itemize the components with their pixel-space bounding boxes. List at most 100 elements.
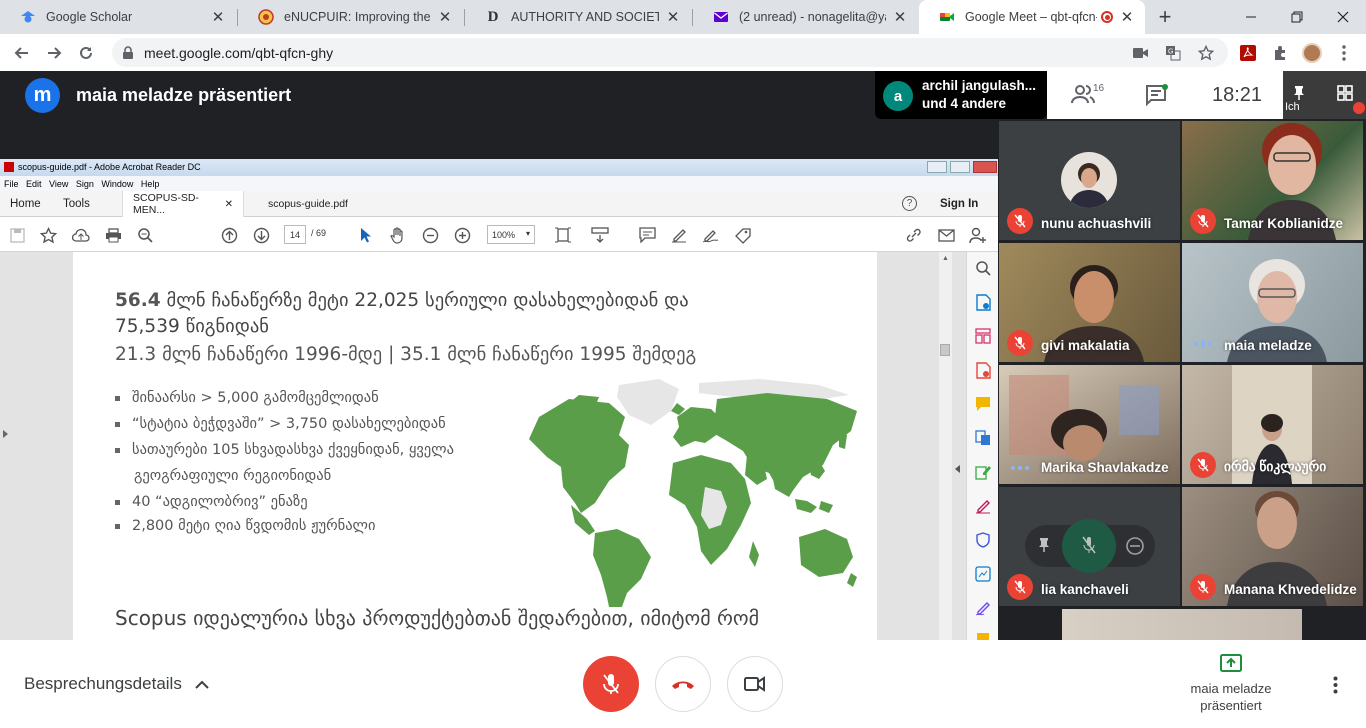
cloud-upload-icon[interactable]: [71, 225, 91, 245]
more-options-icon[interactable]: [1333, 676, 1338, 694]
comment-tool-icon[interactable]: [974, 395, 992, 413]
email-icon[interactable]: [936, 225, 956, 245]
comment-icon[interactable]: [637, 225, 657, 245]
close-tab-icon[interactable]: ✕: [665, 9, 681, 26]
hand-tool-icon[interactable]: [388, 225, 408, 245]
search-zoom-icon[interactable]: [974, 259, 992, 277]
highlight-pen-icon[interactable]: [669, 225, 689, 245]
new-tab-button[interactable]: +: [1150, 0, 1180, 34]
create-pdf-icon[interactable]: [974, 361, 992, 379]
bookmark-star-icon[interactable]: [1195, 42, 1217, 64]
join-notification[interactable]: a archil jangulash... und 4 andere: [875, 71, 1047, 119]
organize-pages-icon[interactable]: [974, 327, 992, 345]
zoom-level-select[interactable]: 100% ▾: [487, 225, 535, 244]
layout-grid-icon[interactable]: [1337, 85, 1353, 101]
acrobat-minimize-icon[interactable]: [927, 161, 947, 173]
meeting-details-button[interactable]: Besprechungsdetails: [24, 674, 209, 694]
more-tools-icon[interactable]: [974, 629, 992, 640]
participant-tile[interactable]: Tamar Koblianidze: [1182, 121, 1363, 240]
participant-tile[interactable]: lia kanchaveli: [999, 487, 1180, 606]
page-down-icon[interactable]: [251, 225, 271, 245]
translate-icon[interactable]: G: [1162, 42, 1184, 64]
left-panel-toggle-icon[interactable]: [3, 430, 8, 438]
share-user-icon[interactable]: [968, 225, 988, 245]
zoom-out-icon[interactable]: [420, 225, 440, 245]
tab-authority-and-society[interactable]: D AUTHORITY AND SOCIETY - 20 ✕: [465, 0, 691, 34]
scrollbar-thumb[interactable]: [940, 344, 950, 356]
address-bar[interactable]: meet.google.com/qbt-qfcn-ghy G: [112, 38, 1228, 67]
tab-google-scholar[interactable]: Google Scholar ✕: [0, 0, 236, 34]
fill-and-sign-icon[interactable]: [974, 497, 992, 515]
microphone-toggle-button[interactable]: [583, 656, 639, 712]
mute-participant-button[interactable]: [1062, 519, 1116, 573]
acrobat-restore-icon[interactable]: [950, 161, 970, 173]
zoom-in-icon[interactable]: [452, 225, 472, 245]
back-icon[interactable]: [8, 39, 36, 67]
scroll-mode-icon[interactable]: [590, 225, 610, 245]
link-attach-icon[interactable]: [904, 225, 924, 245]
participant-tile[interactable]: ირმა წიკლაური: [1182, 365, 1363, 484]
tab-title: Google Scholar: [46, 10, 133, 24]
participant-tile[interactable]: Manana Khvedelidze: [1182, 487, 1363, 606]
request-signature-icon[interactable]: [974, 599, 992, 617]
people-icon[interactable]: [1071, 83, 1095, 105]
acrobat-doc-tab[interactable]: scopus-guide.pdf: [258, 191, 358, 217]
camera-toggle-button[interactable]: [727, 656, 783, 712]
tab-enucpuir[interactable]: eNUCPUIR: Improving the effe ✕: [238, 0, 463, 34]
acrobat-extension-icon[interactable]: [1234, 39, 1262, 67]
acrobat-doc-tab-active[interactable]: SCOPUS-SD-MEN... ✕: [122, 191, 244, 217]
combine-files-icon[interactable]: [974, 429, 992, 447]
edit-pdf-icon[interactable]: [974, 463, 992, 481]
zoom-search-icon[interactable]: [135, 225, 155, 245]
bookmark-star-icon[interactable]: [38, 225, 58, 245]
pin-icon[interactable]: [1037, 537, 1051, 553]
document-scrollbar[interactable]: ▲: [939, 252, 952, 640]
participant-tile[interactable]: nunu achuashvili: [999, 121, 1180, 240]
close-tab-icon[interactable]: ✕: [1119, 9, 1135, 26]
draw-sign-icon[interactable]: [701, 225, 721, 245]
print-icon[interactable]: [103, 225, 123, 245]
select-cursor-icon[interactable]: [356, 225, 376, 245]
minimize-icon[interactable]: [1228, 0, 1274, 34]
chrome-menu-icon[interactable]: [1330, 39, 1358, 67]
enhance-scan-icon[interactable]: [974, 565, 992, 583]
profile-avatar[interactable]: [1298, 39, 1326, 67]
chat-icon[interactable]: [1145, 84, 1169, 106]
participant-tile[interactable]: givi makalatia: [999, 243, 1180, 362]
extensions-puzzle-icon[interactable]: [1266, 39, 1294, 67]
page-fit-icon[interactable]: [553, 225, 573, 245]
tab-yahoo-mail[interactable]: (2 unread) - nonagelita@yahoo ✕: [693, 0, 918, 34]
leave-call-button[interactable]: [655, 656, 711, 712]
export-pdf-icon[interactable]: [974, 293, 992, 311]
acrobat-close-icon[interactable]: [973, 161, 997, 173]
reload-icon[interactable]: [72, 39, 100, 67]
help-icon[interactable]: ?: [902, 196, 917, 211]
acrobat-menu-bar[interactable]: File Edit View Sign Window Help: [0, 176, 998, 191]
restore-icon[interactable]: [1274, 0, 1320, 34]
presenting-status[interactable]: maia meladze präsentiert: [1175, 680, 1287, 714]
protect-shield-icon[interactable]: [974, 531, 992, 549]
present-screen-icon[interactable]: [1220, 654, 1242, 672]
tab-google-meet[interactable]: Google Meet – qbt-qfcn-g ✕: [919, 0, 1145, 34]
pin-icon[interactable]: [1292, 85, 1306, 101]
close-doc-tab-icon[interactable]: ✕: [225, 199, 233, 210]
right-panel-toggle-icon[interactable]: [955, 465, 960, 473]
close-tab-icon[interactable]: ✕: [437, 9, 453, 26]
close-window-icon[interactable]: [1320, 0, 1366, 34]
remove-participant-icon[interactable]: [1125, 536, 1145, 556]
participant-tile[interactable]: maia meladze: [1182, 243, 1363, 362]
close-tab-icon[interactable]: ✕: [892, 9, 908, 26]
save-icon[interactable]: [7, 225, 27, 245]
sign-in-button[interactable]: Sign In: [930, 191, 988, 217]
scroll-up-icon[interactable]: ▲: [942, 255, 949, 262]
camera-icon[interactable]: [1130, 42, 1152, 64]
close-tab-icon[interactable]: ✕: [210, 9, 226, 26]
participant-tile[interactable]: Marika Shavlakadze: [999, 365, 1180, 484]
fill-sign-icon[interactable]: [733, 225, 753, 245]
acrobat-tools-tab[interactable]: Tools: [53, 191, 100, 217]
acrobat-home-tab[interactable]: Home: [0, 191, 51, 217]
forward-icon[interactable]: [40, 39, 68, 67]
page-number-input[interactable]: 14: [284, 225, 306, 244]
page-up-icon[interactable]: [219, 225, 239, 245]
document-viewport[interactable]: 56.4 მლნ ჩანაწერზე მეტი 22,025 სერიული დ…: [0, 252, 966, 640]
